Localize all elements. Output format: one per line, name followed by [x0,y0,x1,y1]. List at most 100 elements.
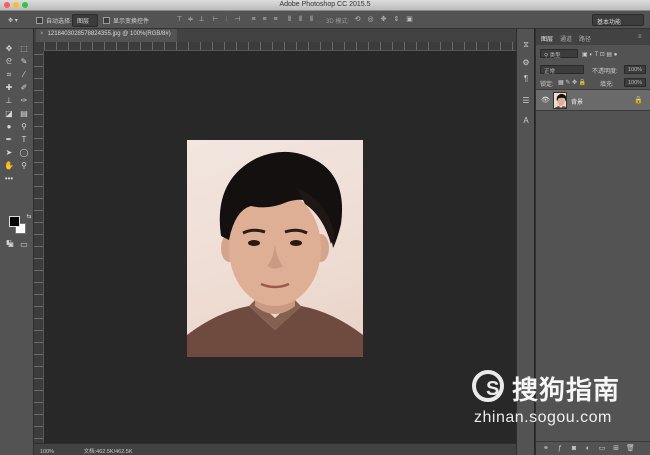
shape-tool-icon[interactable]: ◯ [17,147,31,159]
pen-tool-icon[interactable]: ✒ [2,134,16,146]
screen-mode-icon[interactable]: ▭ [17,239,31,251]
distribute-vcenter-icon[interactable]: ≡ [261,16,268,23]
vertical-ruler[interactable] [34,42,44,443]
layer-kind-filter-value: 类型 [549,53,561,59]
tools-panel: ✥ ⬚ ᘓ ✎ ⌗ ⁄ ✚ ✐ ⊥ ✑ ◪ ▤ ● ⚲ ✒ T ➤ ◯ ✋ ⚲ … [0,29,34,455]
align-left-icon[interactable]: ⊢ [212,16,219,23]
gradient-tool-icon[interactable]: ▤ [17,108,31,120]
title-bar: Adobe Photoshop CC 2015.5 [0,0,650,11]
align-bottom-icon[interactable]: ⊥ [198,16,205,23]
edit-toolbar-icon[interactable]: ••• [2,173,16,185]
zoom-tool-icon[interactable]: ⚲ [17,160,31,172]
paragraph-panel-icon[interactable]: ¶ [520,73,532,85]
link-layers-icon[interactable]: ⚭ [542,445,550,453]
add-mask-icon[interactable]: ◙ [570,445,578,453]
type-tool-icon[interactable]: T [17,134,31,146]
distribute-left-icon[interactable]: ⦀ [286,16,293,23]
auto-select-option[interactable]: 自动选择: [36,14,72,26]
distribute-top-icon[interactable]: ≡ [250,16,257,23]
zoom-level[interactable]: 100% [40,449,54,455]
tab-channels[interactable]: 通道 [560,34,572,43]
blur-tool-icon[interactable]: ● [2,121,16,133]
show-transform-checkbox[interactable] [103,16,110,24]
auto-select-checkbox[interactable] [36,16,43,24]
portrait-image [187,151,363,357]
roll-3d-icon[interactable]: ◎ [367,16,374,23]
dodge-tool-icon[interactable]: ⚲ [17,121,31,133]
foreground-color-swatch[interactable] [9,216,20,227]
tab-layers[interactable]: 图层 [541,34,553,43]
workspace-switcher[interactable]: 基本功能 [592,14,644,26]
document-info: 文档:462.5K/462.5K [83,449,133,455]
blend-mode-dropdown[interactable]: 正常 [540,65,584,75]
properties-panel-icon[interactable]: ⚙ [520,57,532,69]
eyedropper-tool-icon[interactable]: ⁄ [17,69,31,81]
pan-3d-icon[interactable]: ✥ [380,16,387,23]
panel-menu-icon[interactable]: ≡ [638,34,642,40]
lock-icons[interactable]: ▦ ✎ ✥ 🔒 [558,79,588,89]
hand-tool-icon[interactable]: ✋ [2,160,16,172]
tab-paths[interactable]: 路径 [579,34,591,43]
align-right-icon[interactable]: ⊣ [234,16,241,23]
layer-kind-filter[interactable]: ⚲ 类型 [540,49,578,59]
distribute-bottom-icon[interactable]: ≡ [272,16,279,23]
move-tool-preset-icon[interactable]: ✥ ▾ [8,14,18,26]
sogou-logo-icon: S [472,370,504,402]
layer-style-icon[interactable]: ƒ [556,445,564,453]
mode-3d-label: 3D 模式: [326,18,350,25]
lock-label: 锁定: [540,82,554,88]
close-tab-icon[interactable]: × [40,31,44,37]
watermark: S 搜狗指南 zhinan.sogou.com [470,368,640,438]
align-vcenter-icon[interactable]: ≑ [187,16,194,23]
move-tool-icon[interactable]: ✥ [2,43,16,55]
visibility-eye-icon[interactable]: 👁 [541,96,550,104]
panel-tabs: 图层 通道 路径 ≡ [536,29,650,45]
options-bar: ✥ ▾ 自动选择: 图层 显示变换控件 ⊤ ≑ ⊥ ⊢ ⫶ ⊣ ≡ ≡ ≡ ⦀ … [0,11,650,29]
auto-select-dropdown[interactable]: 图层 [72,13,98,27]
brush-tool-icon[interactable]: ✐ [17,82,31,94]
history-panel-icon[interactable]: ⧖ [520,39,532,51]
align-top-icon[interactable]: ⊤ [176,16,183,23]
new-adjustment-icon[interactable]: ◐ [584,445,592,453]
slide-3d-icon[interactable]: ⇕ [393,16,400,23]
lock-icon: 🔒 [634,97,643,104]
adjustments-panel-icon[interactable]: ☰ [520,95,532,107]
crop-tool-icon[interactable]: ⌗ [2,69,16,81]
history-brush-tool-icon[interactable]: ✑ [17,95,31,107]
show-transform-option[interactable]: 显示变换控件 [103,14,149,26]
distribute-right-icon[interactable]: ⦀ [308,16,315,23]
character-panel-icon[interactable]: A [520,115,532,127]
new-layer-icon[interactable]: ⊞ [612,445,620,453]
marquee-tool-icon[interactable]: ⬚ [17,43,31,55]
new-group-icon[interactable]: ▭ [598,445,606,453]
canvas-area[interactable] [44,51,516,443]
layer-row-background[interactable]: 👁 背景 🔒 [536,89,650,111]
healing-brush-tool-icon[interactable]: ✚ [2,82,16,94]
opacity-field[interactable]: 100% [624,65,646,74]
show-transform-label: 显示变换控件 [113,18,150,25]
filter-buttons[interactable]: ▣ ◐ T ⊡ ▤ ● [582,51,646,61]
scale-3d-icon[interactable]: ▣ [406,16,413,23]
clone-stamp-tool-icon[interactable]: ⊥ [2,95,16,107]
portrait-photo[interactable] [187,140,363,357]
delete-layer-icon[interactable]: 🗑 [626,445,635,453]
distribute-hcenter-icon[interactable]: ⦀ [297,16,304,23]
eraser-tool-icon[interactable]: ◪ [2,108,16,120]
orbit-3d-icon[interactable]: ⟲ [354,16,361,23]
document-tab-title: 1218403028578824355.jpg @ 100%(RGB/8#) [47,31,171,37]
path-select-tool-icon[interactable]: ➤ [2,147,16,159]
auto-select-label: 自动选择: [46,18,72,25]
document-tab[interactable]: × 1218403028578824355.jpg @ 100%(RGB/8#) [36,29,177,42]
quick-mask-icon[interactable]: ◙ [4,239,18,251]
opacity-label: 不透明度: [592,69,618,75]
ruler-origin[interactable] [34,42,44,51]
watermark-url: zhinan.sogou.com [474,409,612,426]
horizontal-ruler[interactable] [44,42,516,51]
layers-panel-footer: ⚭ ƒ ◙ ◐ ▭ ⊞ 🗑 [536,441,650,455]
quick-select-tool-icon[interactable]: ✎ [17,56,31,68]
align-hcenter-icon[interactable]: ⫶ [223,16,230,23]
lasso-tool-icon[interactable]: ᘓ [2,56,16,68]
fill-field[interactable]: 100% [624,78,646,87]
document-tabs: × 1218403028578824355.jpg @ 100%(RGB/8#) [34,29,516,42]
layer-thumbnail [553,92,567,109]
